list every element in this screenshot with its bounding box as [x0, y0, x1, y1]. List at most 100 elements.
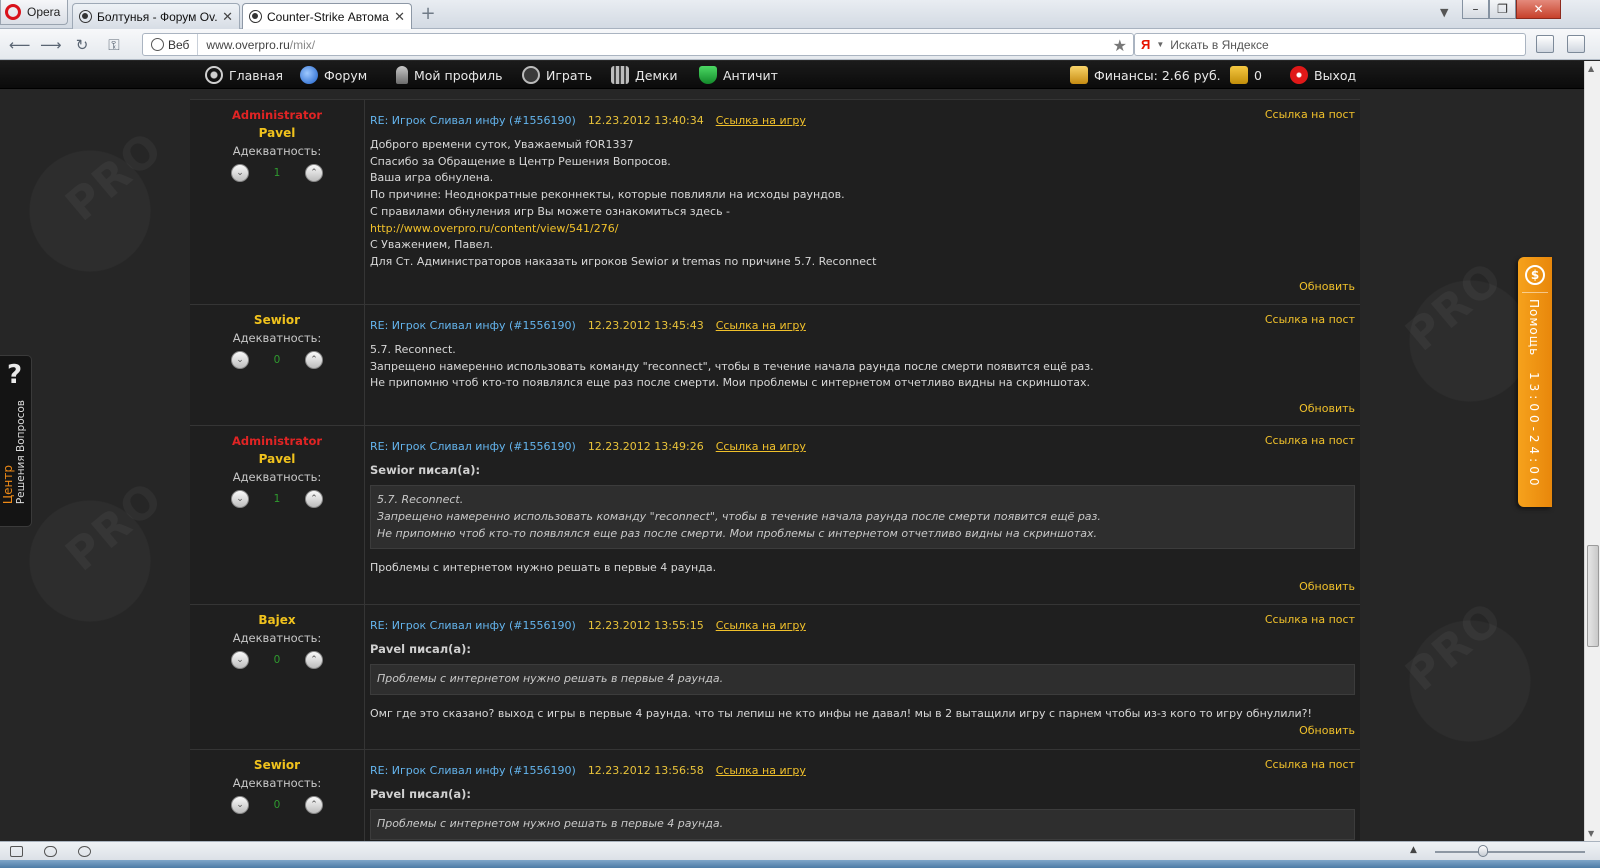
post-permalink[interactable]: Ссылка на пост [1265, 613, 1355, 626]
post-content: Ссылка на пост RE: Игрок Сливал инфу (#1… [370, 100, 1355, 293]
username[interactable]: Sewior [190, 313, 364, 327]
rate-up-button[interactable]: ⌃ [305, 351, 323, 369]
reload-icon[interactable]: ↻ [72, 35, 92, 55]
site-favicon-icon [79, 10, 92, 23]
post-title: RE: Игрок Сливал инфу (#1556190) [370, 440, 576, 453]
zoom-slider[interactable] [1435, 851, 1585, 853]
tab-close-icon[interactable]: ✕ [222, 9, 233, 25]
username[interactable]: Sewior [190, 758, 364, 772]
speedometer-icon[interactable] [78, 846, 91, 857]
zoom-arrow-icon[interactable]: ▲ [1410, 845, 1417, 855]
close-window-button[interactable]: ✕ [1516, 0, 1561, 19]
cloud-icon[interactable] [44, 846, 57, 857]
game-link[interactable]: Ссылка на игру [716, 619, 806, 632]
nav-home[interactable]: Главная [205, 61, 283, 89]
forum-post: Administrator Pavel Адекватность: ⌄ 1 ⌃ … [190, 99, 1360, 304]
game-link[interactable]: Ссылка на игру [716, 440, 806, 453]
username[interactable]: Pavel [190, 126, 364, 140]
minimize-button[interactable]: – [1462, 0, 1489, 19]
rules-link[interactable]: http://www.overpro.ru/content/view/541/2… [370, 221, 1355, 238]
quote-author: Sewior писал(а): [370, 463, 481, 477]
support-center-subtitle: Решения Вопросов [15, 400, 27, 505]
quote-author: Pavel писал(а): [370, 642, 471, 656]
nav-play[interactable]: Играть [522, 61, 592, 89]
rate-down-button[interactable]: ⌄ [231, 164, 249, 182]
new-tab-button[interactable]: + [418, 5, 438, 25]
nav-demos[interactable]: Демки [611, 61, 678, 89]
site-nav-bar: Главная Форум Мой профиль Играть Демки А… [0, 61, 1584, 89]
rate-down-button[interactable]: ⌄ [231, 351, 249, 369]
maximize-button[interactable]: ❐ [1489, 0, 1516, 19]
url-host: www.overpro.ru [206, 37, 290, 52]
scrollbar-thumb[interactable] [1587, 545, 1599, 647]
url-text[interactable]: www.overpro.ru/mix/ [198, 38, 315, 52]
rate-down-button[interactable]: ⌄ [231, 796, 249, 814]
post-header: RE: Игрок Сливал инфу (#1556190) 12.23.2… [370, 114, 1355, 127]
nav-label: Античит [723, 67, 778, 83]
forward-arrow-icon[interactable]: ⟶ [40, 35, 62, 55]
key-icon[interactable]: ⚿ [104, 35, 124, 55]
panel-icon[interactable] [10, 846, 23, 857]
tab-list-chevron-icon[interactable]: ▼ [1440, 6, 1448, 19]
finance-balance[interactable]: Финансы: 2.66 руб. [1070, 61, 1221, 89]
logout-link[interactable]: Выход [1290, 61, 1356, 89]
username[interactable]: Bajex [190, 613, 364, 627]
profile-icon [396, 66, 408, 84]
web-badge-label: Веб [168, 37, 190, 52]
nav-label: Мой профиль [414, 67, 503, 83]
home-icon [205, 66, 223, 84]
forum-post: Sewior Адекватность: ⌄ 0 ⌃ Ссылка на пос… [190, 304, 1360, 425]
rate-up-button[interactable]: ⌃ [305, 490, 323, 508]
tab-counter-strike[interactable]: Counter-Strike Автома... ✕ [242, 3, 412, 29]
post-line: С правилами обнуления игр Вы можете озна… [370, 204, 731, 218]
refresh-link[interactable]: Обновить [1299, 402, 1355, 415]
refresh-link[interactable]: Обновить [1299, 580, 1355, 593]
game-link[interactable]: Ссылка на игру [716, 319, 806, 332]
scroll-down-icon[interactable]: ▼ [1588, 829, 1594, 838]
username[interactable]: Pavel [190, 452, 364, 466]
post-line: Для Ст. Администраторов наказать игроков… [370, 254, 877, 268]
rate-down-button[interactable]: ⌄ [231, 651, 249, 669]
refresh-link[interactable]: Обновить [1299, 724, 1355, 737]
adequacy-label: Адекватность: [232, 470, 322, 484]
post-line: 5.7. Reconnect. [370, 343, 456, 356]
help-tab[interactable]: $ Помощь 13:00-24:00 [1518, 257, 1552, 507]
web-badge[interactable]: Веб [143, 34, 199, 55]
nav-anticheat[interactable]: Античит [699, 61, 778, 89]
post-permalink[interactable]: Ссылка на пост [1265, 108, 1355, 121]
support-center-tab[interactable]: ? Центр Решения Вопросов [0, 355, 32, 527]
tab-title: Counter-Strike Автома... [267, 9, 390, 24]
page-scrollbar[interactable]: ▲ ▼ [1584, 61, 1600, 841]
opera-menu-button[interactable]: Opera [0, 0, 68, 25]
game-link[interactable]: Ссылка на игру [716, 114, 806, 127]
rate-up-button[interactable]: ⌃ [305, 796, 323, 814]
rate-up-button[interactable]: ⌃ [305, 651, 323, 669]
tab-close-icon[interactable]: ✕ [394, 9, 405, 25]
tab-forum[interactable]: Болтунья - Форум Ov... ✕ [72, 3, 240, 29]
demos-icon [611, 66, 629, 84]
adequacy-score: 0 [273, 799, 281, 811]
address-field[interactable]: Веб www.overpro.ru/mix/ ★ [142, 33, 1134, 56]
zoom-slider-handle[interactable] [1478, 845, 1488, 857]
scroll-up-icon[interactable]: ▲ [1588, 64, 1594, 73]
panel-toggle-icon[interactable] [1567, 35, 1585, 53]
adequacy-rating: ⌄ 0 ⌃ [190, 651, 364, 669]
search-input[interactable]: Я ▼ Искать в Яндексе [1134, 33, 1526, 56]
game-link[interactable]: Ссылка на игру [716, 764, 806, 777]
rate-down-button[interactable]: ⌄ [231, 490, 249, 508]
post-permalink[interactable]: Ссылка на пост [1265, 313, 1355, 326]
back-arrow-icon[interactable]: ⟵ [9, 35, 31, 55]
speed-dial-icon[interactable] [1536, 35, 1554, 53]
globe-icon [151, 38, 164, 51]
search-engine-chevron-icon[interactable]: ▼ [1156, 40, 1164, 49]
post-line: С Уважением, Павел. [370, 238, 493, 252]
nav-forum[interactable]: Форум [300, 61, 367, 89]
post-permalink[interactable]: Ссылка на пост [1265, 434, 1355, 447]
post-permalink[interactable]: Ссылка на пост [1265, 758, 1355, 771]
bookmark-star-icon[interactable]: ★ [1113, 36, 1127, 55]
url-path: /mix/ [289, 37, 316, 52]
messages-counter[interactable]: 0 [1230, 61, 1262, 89]
nav-profile[interactable]: Мой профиль [396, 61, 502, 89]
refresh-link[interactable]: Обновить [1299, 280, 1355, 293]
rate-up-button[interactable]: ⌃ [305, 164, 323, 182]
